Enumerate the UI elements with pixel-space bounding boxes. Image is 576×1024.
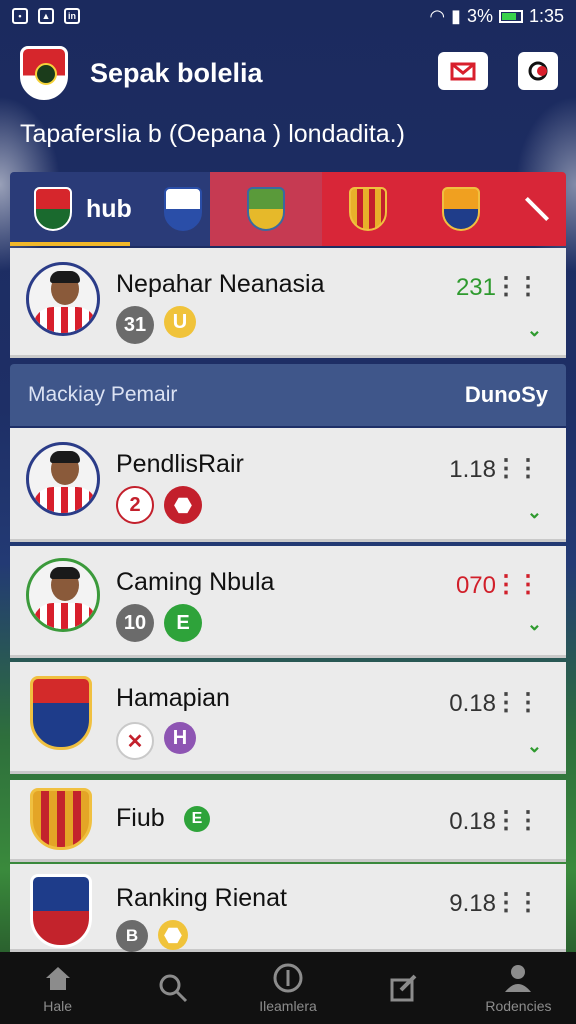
search-icon (159, 974, 187, 1003)
list-item[interactable]: PendlisRair 2 ⬣ 1.18 ⋮⋮ ⌄ (10, 428, 566, 542)
wifi-icon: ◠ (429, 5, 446, 26)
score: 1.18 (449, 456, 496, 483)
club-name: Hamapian (116, 684, 230, 712)
status-badge: E (164, 604, 202, 642)
chevron-down-icon[interactable]: ⌄ (527, 320, 542, 341)
club-tabs: hub (10, 172, 566, 246)
number-badge: 31 (116, 306, 154, 344)
tab-hub-label: hub (86, 194, 132, 223)
number-badge: 2 (116, 486, 154, 524)
chevron-down-icon[interactable]: ⌄ (527, 614, 542, 635)
section-title: Mackiay Pemair (28, 383, 178, 406)
bottom-nav: Hale Ileamlera Rodencies (0, 952, 576, 1024)
gallery-icon: ▲ (38, 8, 54, 24)
more-icon[interactable]: ⋮⋮ (494, 688, 540, 717)
more-icon[interactable]: ⋮⋮ (494, 570, 540, 599)
list-item[interactable]: Hamapian ✕ H 0.18 ⋮⋮ ⌄ (10, 662, 566, 774)
player-name: Caming Nbula (116, 568, 275, 596)
score: 231 (455, 274, 496, 301)
tab-club-2[interactable] (210, 172, 322, 246)
bell-icon (528, 61, 548, 81)
club-crest-icon (441, 187, 480, 231)
status-badge: H (164, 722, 196, 754)
list-item[interactable]: Ranking Rienat B ⬣ 9.18 ⋮⋮ (10, 864, 566, 952)
club-name: Ranking Rienat (116, 884, 287, 912)
player-avatar (26, 442, 100, 516)
battery-percent: 3% (466, 5, 493, 26)
list-item[interactable]: Caming Nbula 10 E 070 ⋮⋮ ⌄ (10, 546, 566, 658)
score: 0.18 (449, 690, 496, 717)
more-icon[interactable]: ⋮⋮ (494, 806, 540, 835)
edit-icon (390, 974, 417, 1002)
nav-edit[interactable] (346, 952, 461, 1024)
player-avatar (26, 262, 100, 336)
more-icon[interactable]: ⋮⋮ (494, 454, 540, 483)
nav-profile-label: Rodencies (485, 998, 552, 1014)
player-avatar (26, 558, 100, 632)
more-icon[interactable]: ⋮⋮ (494, 888, 540, 917)
club-name: Fiub (116, 804, 165, 832)
page-subtitle: Tapaferslia b (Oepana ) londadita.) (20, 120, 405, 148)
section-header: Mackiay Pemair DunoSy (10, 364, 566, 426)
score: 9.18 (449, 890, 496, 917)
club-crest-icon (163, 187, 202, 231)
edit-icon[interactable] (524, 196, 549, 222)
nav-matches-label: Ileamlera (259, 998, 317, 1014)
signal-icon: ▮ (451, 5, 461, 26)
number-badge: 10 (116, 604, 154, 642)
nav-home[interactable]: Hale (0, 952, 115, 1024)
notification-icon: • (12, 8, 28, 24)
club-crest-icon (247, 187, 285, 231)
app-title: Sepak bolelia (90, 57, 263, 88)
app-bar: Sepak bolelia (0, 40, 576, 106)
club-badge: ⬣ (158, 920, 188, 950)
home-icon (45, 967, 70, 990)
status-bar: • ▲ in ◠ ▮ 3% 1:35 (0, 0, 576, 32)
score: 070 (455, 572, 496, 599)
tab-club-3[interactable] (322, 172, 566, 246)
battery-icon (498, 9, 523, 23)
club-crest-icon (349, 187, 388, 231)
number-badge: B (116, 920, 148, 952)
notification-button[interactable] (518, 52, 558, 90)
mail-button[interactable] (438, 52, 488, 90)
club-crest-icon (30, 874, 92, 948)
player-name: PendlisRair (116, 450, 244, 478)
club-crest-icon (30, 788, 92, 850)
club-crest-icon (30, 676, 92, 750)
mail-icon (450, 62, 476, 81)
list-item[interactable]: Fiub E 0.18 ⋮⋮ (10, 780, 566, 862)
nav-search[interactable] (115, 952, 230, 1024)
club-badge: ⬣ (164, 486, 202, 524)
nav-home-label: Hale (43, 998, 72, 1014)
club-crest-icon (34, 187, 72, 231)
section-action[interactable]: DunoSy (465, 382, 548, 408)
ball-icon (273, 963, 303, 993)
profile-icon (505, 965, 532, 992)
nav-matches[interactable]: Ileamlera (230, 952, 345, 1024)
chevron-down-icon[interactable]: ⌄ (527, 736, 542, 757)
clock: 1:35 (528, 5, 564, 26)
list-item[interactable]: Nepahar Neanasia 31 U 231 ⋮⋮ ⌄ (10, 248, 566, 358)
status-badge: E (184, 806, 210, 832)
club-badge: ✕ (116, 722, 154, 760)
score: 0.18 (449, 808, 496, 835)
club-logo[interactable] (20, 46, 68, 100)
position-badge: U (164, 306, 196, 338)
chevron-down-icon[interactable]: ⌄ (527, 502, 542, 523)
tab-hub[interactable]: hub (10, 172, 210, 246)
more-icon[interactable]: ⋮⋮ (494, 272, 540, 301)
player-name: Nepahar Neanasia (116, 270, 325, 298)
nav-profile[interactable]: Rodencies (461, 952, 576, 1024)
message-icon: in (64, 8, 80, 24)
